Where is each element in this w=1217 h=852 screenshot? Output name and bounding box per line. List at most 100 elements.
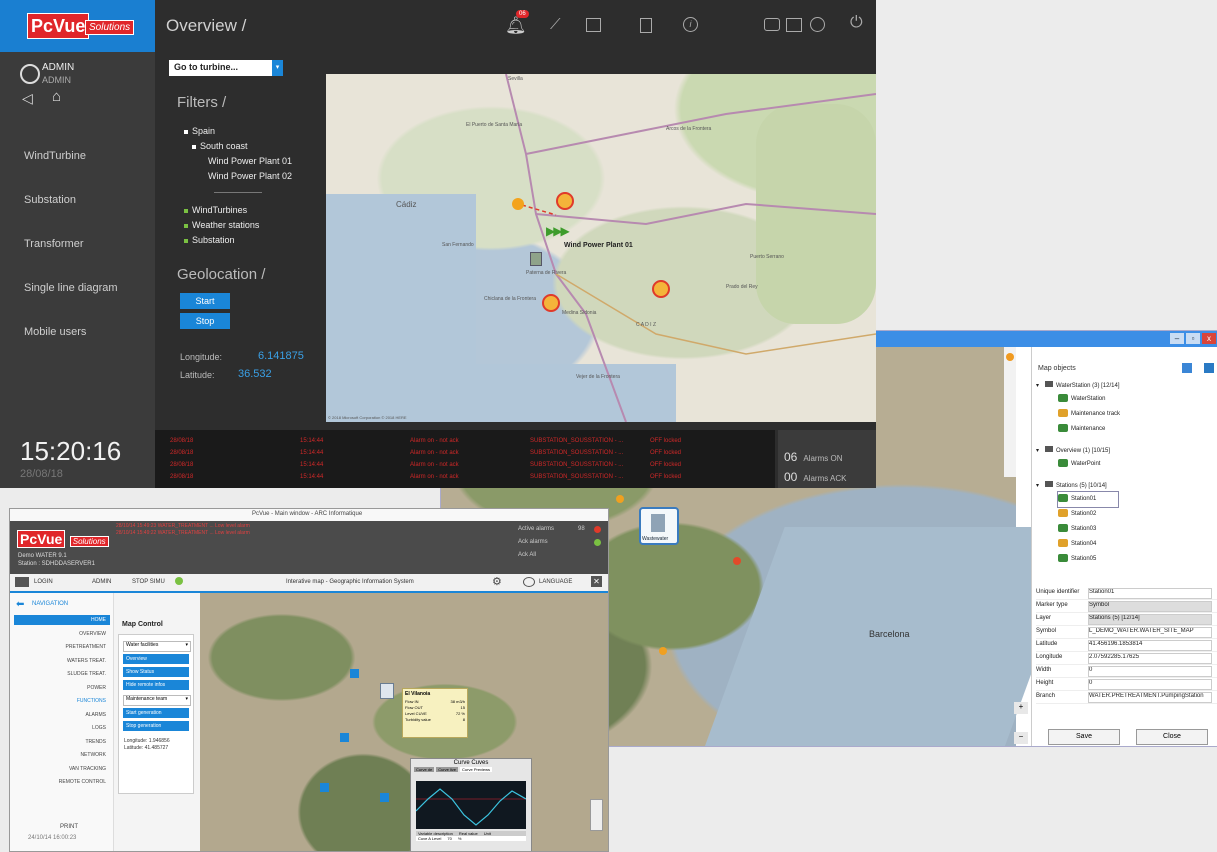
alarm-counter[interactable]: 00 Alarms ACK — [784, 468, 846, 486]
stop-simu-button[interactable]: STOP SIMU — [132, 579, 165, 585]
account-icon[interactable] — [810, 17, 825, 32]
settings-icon[interactable]: ⚙ — [492, 575, 502, 588]
alarm-bell-icon[interactable]: 🔔︎ — [505, 16, 527, 36]
property-value[interactable]: 0 — [1088, 666, 1212, 677]
map-control-button[interactable]: Show Status — [123, 667, 189, 677]
alarm-status-row[interactable]: Ack alarms — [518, 536, 608, 549]
nav-item[interactable]: PRETREATMENT — [14, 642, 110, 652]
station-marker-icon[interactable] — [659, 647, 667, 655]
tree-item[interactable]: Station04 — [1058, 537, 1216, 552]
save-button[interactable]: Save — [1048, 729, 1120, 745]
tree-item[interactable]: WaterPoint — [1058, 457, 1216, 472]
trend-icon[interactable]: ⟋ — [550, 16, 561, 33]
home-icon[interactable]: ⌂ — [52, 88, 61, 105]
start-button[interactable]: Start — [180, 293, 230, 309]
tree-item[interactable]: Station03 — [1058, 522, 1216, 537]
facility-select[interactable]: Water facilities ▾ — [123, 641, 191, 652]
generation-button[interactable]: Start generation — [123, 708, 189, 718]
station-marker-icon[interactable] — [616, 495, 624, 503]
tree-item[interactable]: Station01 — [1057, 491, 1119, 508]
minimize-button[interactable]: – — [1170, 333, 1184, 344]
station-marker-icon[interactable] — [733, 557, 741, 565]
nav-item[interactable]: VAN TRACKING — [14, 764, 110, 774]
language-button[interactable]: LANGUAGE — [539, 579, 572, 585]
login-icon[interactable] — [15, 577, 29, 587]
nav-item[interactable]: WindTurbine — [24, 150, 86, 162]
stop-button[interactable]: Stop — [180, 313, 230, 329]
alarm-row[interactable]: 28/08/18 15:14:44 Alarm on - not ack SUBSTA… — [170, 448, 770, 460]
alarm-line[interactable]: 28/10/14 15:49:22 WATER_TREATMENT ... Lo… — [116, 530, 506, 537]
close-dialog-button[interactable]: Close — [1136, 729, 1208, 745]
map-marker-icon[interactable] — [350, 669, 359, 678]
overview-map[interactable]: ▶▶▶ Wind Power Plant 01 Sevilla El Puerto… — [326, 74, 876, 422]
nav-item[interactable]: Transformer — [24, 238, 84, 250]
nav-item[interactable]: ALARMS — [14, 710, 110, 720]
panel-tool-icon[interactable] — [1182, 363, 1192, 373]
tree-group[interactable]: ▾ Stations (5) [10/14] — [1036, 480, 1216, 492]
print-button[interactable]: PRINT — [60, 824, 78, 830]
nav-item[interactable]: TRENDS — [14, 737, 110, 747]
layer-item[interactable]: Weather stations — [184, 220, 259, 235]
property-value[interactable]: 0 — [1088, 679, 1212, 690]
close-icon[interactable]: ✕ — [591, 576, 602, 587]
tree-group[interactable]: ▾ Overview (1) [10/15] — [1036, 445, 1216, 457]
calendar-icon[interactable] — [586, 18, 601, 32]
tree-item[interactable]: Maintenance track — [1058, 407, 1216, 422]
property-value[interactable]: WATER.PRETREATMENT.PumpingStation — [1088, 692, 1212, 703]
site-marker-icon[interactable] — [380, 683, 394, 699]
turbine-marker-icon[interactable] — [652, 280, 670, 298]
layer-item[interactable]: WindTurbines — [184, 205, 259, 220]
alarm-line[interactable]: 28/10/14 15:49:23 WATER_TREATMENT ... Lo… — [116, 523, 506, 530]
alarm-row[interactable]: 28/08/18 15:14:44 Alarm on - not ack SUBSTA… — [170, 460, 770, 472]
filter-item[interactable]: Wind Power Plant 02 — [208, 171, 292, 186]
map-marker-icon[interactable] — [380, 793, 389, 802]
property-value[interactable]: Symbol — [1088, 601, 1212, 612]
nav-item[interactable]: HOME — [14, 615, 110, 625]
export-icon[interactable] — [640, 18, 652, 33]
nav-item[interactable]: NETWORK — [14, 750, 110, 760]
alarm-lines[interactable]: 28/10/14 15:49:23 WATER_TREATMENT ... Lo… — [116, 523, 506, 537]
layer-check-icon[interactable] — [184, 223, 188, 228]
filter-item[interactable]: Wind Power Plant 01 — [208, 156, 292, 171]
turbine-group-icon[interactable]: ▶▶▶ — [546, 224, 570, 238]
alarm-status-row[interactable]: Ack All — [518, 549, 608, 562]
nav-item[interactable]: SLUDGE TREAT. — [14, 669, 110, 679]
map-control-button[interactable]: Hide remote infos — [123, 680, 189, 690]
generation-button[interactable]: Stop generation — [123, 721, 189, 731]
team-select[interactable]: Maintenance team ▾ — [123, 695, 191, 706]
panel-tool-icon[interactable] — [1204, 363, 1214, 373]
nav-item[interactable]: OVERVIEW — [14, 629, 110, 639]
expand-arrow-icon[interactable]: ▾ — [1036, 448, 1039, 454]
map-marker-icon[interactable] — [320, 783, 329, 792]
nav-item[interactable]: POWER — [14, 683, 110, 693]
expand-arrow-icon[interactable]: ▾ — [1036, 383, 1039, 389]
property-value[interactable]: 41.456196.1853814 — [1088, 640, 1212, 651]
nav-item[interactable]: FUNCTIONS — [14, 696, 110, 706]
tree-item[interactable]: Maintenance — [1058, 422, 1216, 437]
layer-check-icon[interactable] — [184, 208, 188, 213]
nav-item[interactable]: Single line diagram — [24, 282, 118, 294]
trend-tab[interactable]: Curve live — [436, 767, 459, 772]
trend-tab[interactable]: Curve Previews — [460, 767, 493, 772]
print-icon[interactable] — [786, 18, 802, 32]
tree-item[interactable]: WaterStation — [1058, 392, 1216, 407]
expand-arrow-icon[interactable]: ▾ — [1036, 483, 1039, 489]
power-icon[interactable]: ⏻ — [850, 14, 863, 32]
nav-item[interactable]: LOGS — [14, 723, 110, 733]
property-value[interactable]: Station01 — [1088, 588, 1212, 599]
filter-item[interactable]: Spain — [184, 126, 292, 141]
maximize-button[interactable]: ▫ — [1186, 333, 1200, 344]
nav-item[interactable]: WATERS TREAT. — [14, 656, 110, 666]
alarm-row[interactable]: 28/08/18 15:14:44 Alarm on - not ack SUBSTA… — [170, 436, 770, 448]
tree-item[interactable]: Station02 — [1058, 507, 1216, 522]
zoom-in-button[interactable]: + — [1014, 702, 1028, 714]
back-arrow-icon[interactable]: ⬅ — [16, 599, 24, 610]
tree-item[interactable]: Station05 — [1058, 552, 1216, 567]
wastewater-marker[interactable]: Wastewater — [639, 507, 679, 545]
property-value[interactable]: Stations (5) [12/14] — [1088, 614, 1212, 625]
nav-item[interactable]: Mobile users — [24, 326, 86, 338]
zoom-control[interactable] — [590, 799, 603, 831]
alarm-status-row[interactable]: Active alarms 98 — [518, 523, 608, 536]
property-value[interactable]: L_DEMO_WATER.WATER_SITE_MAP — [1088, 627, 1212, 638]
property-value[interactable]: 2.07592285.17625 — [1088, 653, 1212, 664]
